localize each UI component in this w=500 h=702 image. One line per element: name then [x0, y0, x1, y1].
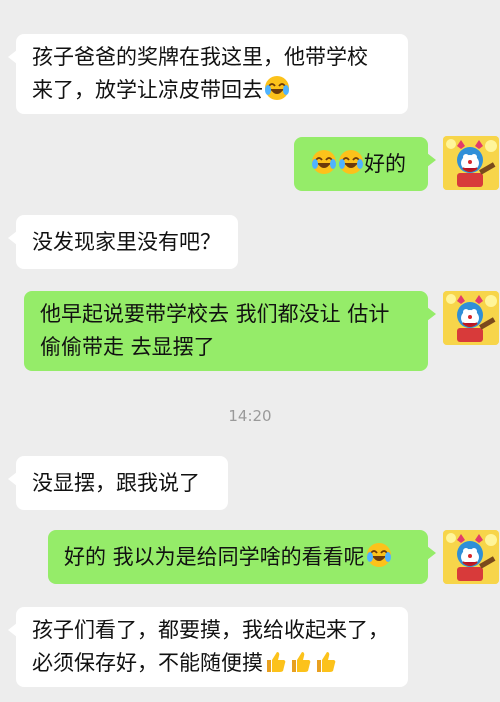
message-line: 必须保存好，不能随便摸 [32, 651, 263, 675]
laugh-cry-icon [366, 542, 392, 578]
incoming-message-bubble[interactable]: 没发现家里没有吧？ [8, 215, 238, 269]
thumbs-up-icon [289, 650, 313, 684]
message-line: 他早起说要带学校去 我们都没让 估计 [40, 302, 390, 326]
laugh-cry-icon [338, 149, 364, 185]
thumbs-up-icon [264, 650, 288, 684]
user-avatar[interactable] [443, 136, 499, 190]
outgoing-message-bubble[interactable]: 好的 [294, 137, 436, 191]
outgoing-message-bubble[interactable]: 好的 我以为是给同学啥的看看呢 [48, 530, 436, 584]
message-line: 孩子爸爸的奖牌在我这里，他带学校 [32, 45, 368, 69]
user-avatar[interactable] [443, 530, 499, 584]
message-line: 没显摆，跟我说了 [32, 471, 200, 495]
user-avatar[interactable] [443, 291, 499, 345]
message-line: 好的 我以为是给同学啥的看看呢 [64, 545, 365, 569]
message-timestamp: 14:20 [228, 407, 272, 425]
laugh-cry-icon [264, 75, 290, 111]
status-bar-strip [0, 0, 500, 12]
incoming-message-bubble[interactable]: 没显摆，跟我说了 [8, 456, 228, 510]
outgoing-message-bubble[interactable]: 他早起说要带学校去 我们都没让 估计 偷偷带走 去显摆了 [24, 291, 436, 371]
incoming-message-bubble[interactable]: 孩子们看了，都要摸，我给收起来了， 必须保存好，不能随便摸 [8, 607, 408, 687]
message-line: 没发现家里没有吧？ [32, 230, 221, 254]
thumbs-up-icon [314, 650, 338, 684]
incoming-message-bubble[interactable]: 孩子爸爸的奖牌在我这里，他带学校 来了，放学让凉皮带回去 [8, 34, 408, 114]
message-line: 来了，放学让凉皮带回去 [32, 78, 263, 102]
message-line: 好的 [364, 152, 406, 176]
message-line: 孩子们看了，都要摸，我给收起来了， [32, 618, 389, 642]
message-line: 偷偷带走 去显摆了 [40, 335, 215, 359]
laugh-cry-icon [311, 149, 337, 185]
